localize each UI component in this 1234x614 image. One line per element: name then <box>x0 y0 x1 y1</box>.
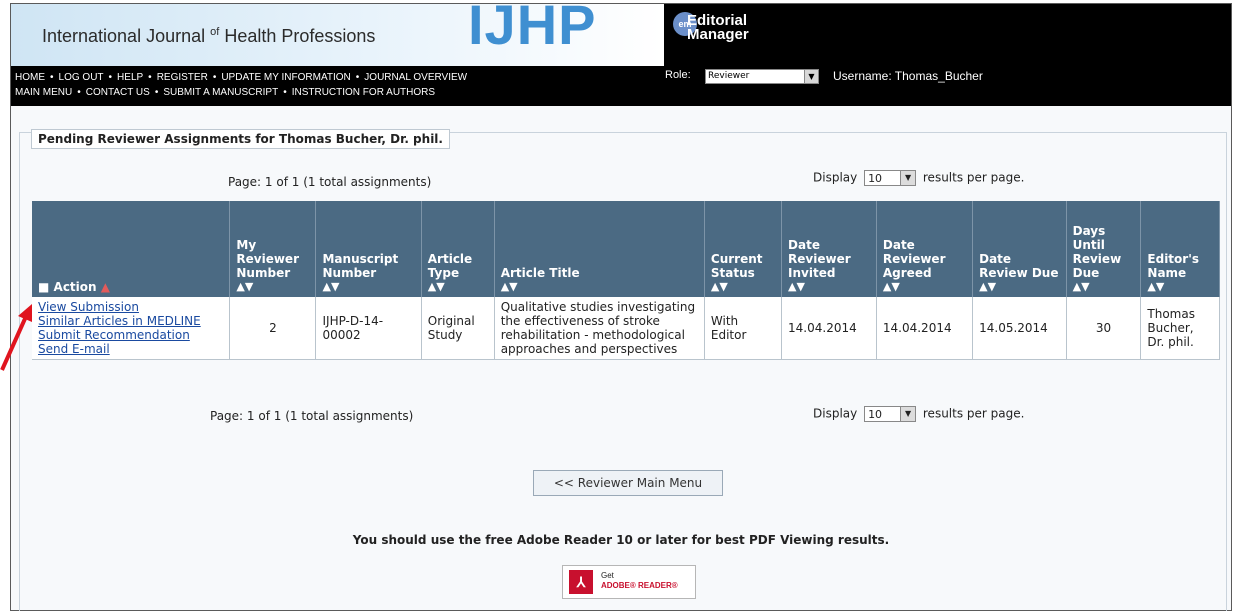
cell-editor-name: Thomas Bucher, Dr. phil. <box>1140 297 1220 360</box>
page-info-top: Page: 1 of 1 (1 total assignments) <box>228 175 432 189</box>
journal-name: International Journal of Health Professi… <box>42 26 376 46</box>
table-row: View Submission Similar Articles in MEDLI… <box>32 297 1220 360</box>
assignments-table: ■ Action ▲ My Reviewer Number ▲▼ Manuscript… <box>32 201 1220 360</box>
pdf-icon: ⅄ <box>569 570 593 594</box>
sort-arrows-icon[interactable]: ▲▼ <box>711 280 775 294</box>
cell-date-invited: 14.04.2014 <box>781 297 877 360</box>
app-frame: International Journal of Health Professi… <box>10 3 1232 611</box>
nav-link[interactable]: MAIN MENU <box>15 87 72 98</box>
sort-arrows-icon[interactable]: ▲▼ <box>322 280 414 294</box>
nav-separator: • <box>77 87 81 98</box>
nav-separator: • <box>283 87 287 98</box>
nav-link[interactable]: JOURNAL OVERVIEW <box>364 72 467 83</box>
nav-link[interactable]: SUBMIT A MANUSCRIPT <box>163 87 278 98</box>
nav-separator: • <box>50 72 54 83</box>
cell-article-type: Original Study <box>421 297 495 360</box>
column-header[interactable]: My Reviewer Number ▲▼ <box>229 201 317 297</box>
journal-banner: International Journal of Health Professi… <box>11 4 664 66</box>
header: International Journal of Health Professi… <box>11 4 1231 106</box>
display-control-bottom: Display 10 ▼ results per page. <box>813 406 1025 422</box>
cell-date-due: 14.05.2014 <box>972 297 1067 360</box>
cell-current-status: With Editor <box>704 297 783 360</box>
nav-link[interactable]: LOG OUT <box>59 72 104 83</box>
nav-link[interactable]: REGISTER <box>157 72 208 83</box>
cell-manuscript-number: IJHP-D-14-00002 <box>315 297 422 360</box>
ijhp-logo: IJHP <box>468 4 597 56</box>
nav-separator: • <box>212 72 217 83</box>
sort-warning-icon: ▲ <box>100 280 110 294</box>
cell-days-until-due: 30 <box>1066 297 1142 360</box>
nav-link[interactable]: HELP <box>117 72 143 83</box>
page-info-bottom: Page: 1 of 1 (1 total assignments) <box>210 409 414 423</box>
column-header[interactable]: Editor's Name ▲▼ <box>1140 201 1220 297</box>
results-per-page-select-bottom[interactable]: 10 ▼ <box>864 406 917 422</box>
column-header[interactable]: Manuscript Number ▲▼ <box>315 201 422 297</box>
action-cell: View Submission Similar Articles in MEDLI… <box>32 297 231 360</box>
nav-separator: • <box>148 72 152 83</box>
display-control-top: Display 10 ▼ results per page. <box>813 170 1025 186</box>
sort-arrows-icon[interactable]: ▲▼ <box>1073 280 1135 294</box>
username: Username: Thomas_Bucher <box>833 69 983 83</box>
cell-reviewer-number: 2 <box>229 297 317 360</box>
sort-arrows-icon[interactable]: ▲▼ <box>979 280 1060 294</box>
collapse-icon[interactable]: ■ <box>38 280 49 294</box>
column-header[interactable]: ■ Action ▲ <box>32 201 231 297</box>
nav-separator: • <box>154 87 159 98</box>
nav-link[interactable]: INSTRUCTION FOR AUTHORS <box>292 87 435 98</box>
column-header[interactable]: Current Status ▲▼ <box>704 201 783 297</box>
adobe-notice: You should use the free Adobe Reader 10 … <box>352 533 890 547</box>
cell-date-agreed: 14.04.2014 <box>876 297 974 360</box>
nav-link[interactable]: CONTACT US <box>86 87 150 98</box>
action-link[interactable]: Similar Articles in MEDLINE <box>38 314 223 328</box>
column-header[interactable]: Date Review Due ▲▼ <box>972 201 1067 297</box>
chevron-down-icon: ▼ <box>804 70 818 83</box>
sort-arrows-icon[interactable]: ▲▼ <box>1147 280 1213 294</box>
column-header[interactable]: Date Reviewer Invited ▲▼ <box>781 201 877 297</box>
sort-arrows-icon[interactable]: ▲▼ <box>883 280 966 294</box>
nav-separator: • <box>108 72 113 83</box>
action-link[interactable]: View Submission <box>38 300 223 314</box>
results-per-page-select[interactable]: 10 ▼ <box>864 170 917 186</box>
get-adobe-reader-button[interactable]: ⅄ Get ADOBE® READER® <box>562 565 696 599</box>
sort-arrows-icon[interactable]: ▲▼ <box>788 280 870 294</box>
column-header[interactable]: Date Reviewer Agreed ▲▼ <box>876 201 974 297</box>
nav-link[interactable]: UPDATE MY INFORMATION <box>221 72 350 83</box>
nav-menu: HOME • LOG OUT • HELP • REGISTER • UPDATE MY INF… <box>15 70 467 100</box>
section-title: Pending Reviewer Assignments for Thomas … <box>31 129 450 149</box>
chevron-down-icon: ▼ <box>900 171 916 185</box>
role-label: Role: <box>665 69 691 81</box>
sort-arrows-icon[interactable]: ▲▼ <box>428 280 488 294</box>
reviewer-main-menu-button[interactable]: << Reviewer Main Menu <box>533 470 723 496</box>
sort-arrows-icon[interactable]: ▲▼ <box>236 280 309 294</box>
pointer-arrow-icon <box>0 304 32 371</box>
editorial-manager-logo: em Editorial Manager <box>673 9 783 49</box>
nav-row: MAIN MENU • CONTACT US • SUBMIT A MANUSCRIPT… <box>15 85 467 100</box>
action-link[interactable]: Submit Recommendation <box>38 328 223 342</box>
nav-separator: • <box>355 72 360 83</box>
nav-row: HOME • LOG OUT • HELP • REGISTER • UPDATE MY INF… <box>15 70 467 85</box>
cell-article-title: Qualitative studies investigating the ef… <box>494 297 705 360</box>
column-header[interactable]: Article Type ▲▼ <box>421 201 495 297</box>
nav-link[interactable]: HOME <box>15 72 45 83</box>
role-select[interactable]: Reviewer ▼ <box>705 69 819 84</box>
sort-arrows-icon[interactable]: ▲▼ <box>501 280 698 294</box>
action-link[interactable]: Send E-mail <box>38 342 223 356</box>
column-header[interactable]: Days Until Review Due ▲▼ <box>1066 201 1142 297</box>
column-header[interactable]: Article Title ▲▼ <box>494 201 705 297</box>
chevron-down-icon: ▼ <box>900 407 916 421</box>
